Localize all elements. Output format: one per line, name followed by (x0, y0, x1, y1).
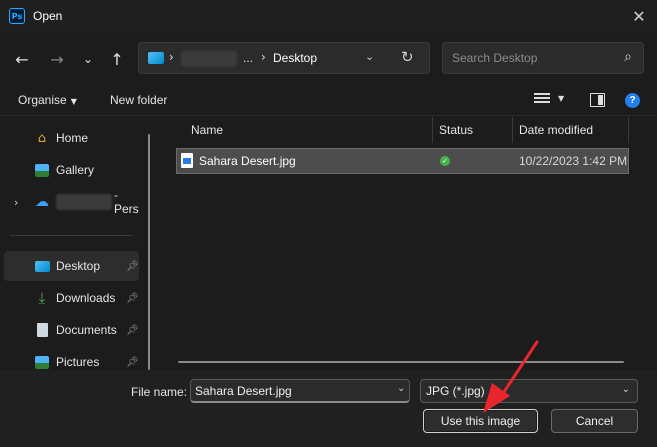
view-options-icon[interactable] (534, 93, 550, 107)
breadcrumb-separator[interactable]: › (169, 50, 174, 64)
pictures-icon (34, 354, 50, 370)
search-placeholder: Search Desktop (452, 51, 538, 65)
title-bar: Ps Open ✕ (0, 0, 657, 32)
sidebar-item-gallery[interactable]: Gallery (4, 155, 139, 185)
cancel-button[interactable]: Cancel (551, 409, 638, 433)
window-title: Open (33, 9, 63, 23)
file-type-value: JPG (*.jpg) (426, 384, 485, 398)
sidebar-item-home[interactable]: ⌂ Home (4, 123, 139, 153)
file-type-select[interactable]: JPG (*.jpg) ⌄ (420, 379, 638, 403)
refresh-icon[interactable]: ↻ (401, 48, 414, 66)
close-icon[interactable]: ✕ (629, 6, 649, 26)
desktop-icon (34, 258, 50, 274)
breadcrumb-separator[interactable]: › (261, 50, 266, 64)
pin-icon[interactable]: 📌︎ (126, 325, 139, 336)
chevron-down-icon: ⌄ (621, 384, 630, 395)
column-header-name[interactable]: Name (191, 117, 223, 143)
expand-chevron-icon[interactable]: › (14, 196, 18, 209)
table-row[interactable]: Sahara Desert.jpg ✓ 10/22/2023 1:42 PM (176, 148, 629, 174)
preview-pane-icon[interactable] (590, 93, 605, 107)
sidebar-item-label: Pictures (56, 355, 100, 369)
breadcrumb-ellipsis[interactable]: ... (243, 51, 253, 65)
file-name-dropdown-chevron-icon[interactable]: ⌄ (397, 383, 405, 394)
pin-icon[interactable]: 📌︎ (126, 261, 139, 272)
sidebar-scrollbar[interactable] (148, 134, 150, 370)
navigation-bar: ← → ⌄ ↑ › ... › Desktop ⌄ ↻ Search Deskt… (0, 32, 657, 84)
sidebar-item-pictures[interactable]: Pictures 📌︎ (4, 347, 139, 370)
sidebar-item-downloads[interactable]: ⤓ Downloads 📌︎ (4, 283, 139, 313)
download-icon: ⤓ (38, 289, 46, 307)
use-this-image-button[interactable]: Use this image (423, 409, 538, 433)
search-icon[interactable]: ⌕ (624, 49, 632, 65)
pin-icon[interactable]: 📌︎ (126, 357, 139, 368)
jpg-file-icon (181, 153, 193, 168)
sidebar-item-label: Desktop (56, 259, 101, 273)
file-list: Name Status ⌃ Date modified Sahara Deser… (176, 117, 657, 370)
new-folder-button[interactable]: New folder (110, 93, 167, 107)
redacted-breadcrumb (181, 51, 237, 67)
recent-locations-chevron-icon[interactable]: ⌄ (77, 48, 99, 70)
sidebar-item-label: Gallery (56, 163, 95, 177)
synced-check-icon: ✓ (440, 156, 450, 166)
sidebar-item-desktop[interactable]: Desktop 📌︎ (4, 251, 139, 281)
horizontal-scrollbar[interactable] (178, 361, 624, 363)
navigation-pane: ⌂ Home Gallery › ☁ - Pers Desktop 📌︎ ⤓ D… (0, 117, 158, 370)
gallery-icon (34, 162, 50, 178)
sidebar-divider (10, 235, 132, 236)
file-name-label: File name: (131, 385, 188, 399)
breadcrumb-desktop[interactable]: Desktop (273, 51, 317, 65)
column-header-date-modified[interactable]: Date modified (519, 117, 593, 143)
address-bar[interactable]: › ... › Desktop ⌄ ↻ (138, 42, 430, 74)
command-toolbar: Organise ▼ New folder ▼ ? (0, 84, 657, 116)
sidebar-item-onedrive[interactable]: › ☁ - Pers (4, 187, 139, 217)
organise-label: Organise (18, 93, 67, 107)
pin-icon[interactable]: 📌︎ (126, 293, 139, 304)
back-arrow-icon[interactable]: ← (11, 48, 33, 70)
organise-menu-button[interactable]: Organise ▼ (18, 93, 77, 107)
this-pc-icon (148, 52, 164, 64)
dialog-footer: File name: ⌄ JPG (*.jpg) ⌄ Use this imag… (0, 370, 657, 447)
file-date-modified: 10/22/2023 1:42 PM (519, 154, 628, 168)
up-arrow-icon[interactable]: ↑ (106, 48, 128, 70)
documents-icon (34, 322, 50, 338)
column-separator[interactable] (628, 117, 629, 143)
sidebar-item-label: Home (56, 131, 89, 145)
onedrive-cloud-icon: ☁ (35, 194, 49, 210)
column-separator[interactable] (512, 117, 513, 143)
address-dropdown-chevron-icon[interactable]: ⌄ (365, 50, 374, 63)
photoshop-app-icon: Ps (9, 8, 25, 24)
caret-down-icon: ▼ (70, 97, 77, 106)
column-header-status[interactable]: Status (439, 117, 473, 143)
help-icon[interactable]: ? (625, 93, 640, 108)
forward-arrow-icon[interactable]: → (46, 48, 68, 70)
sidebar-item-label: Documents (56, 323, 117, 337)
sidebar-item-label: Downloads (56, 291, 116, 305)
home-icon: ⌂ (37, 130, 47, 146)
file-name-input[interactable] (190, 379, 410, 403)
column-separator[interactable] (432, 117, 433, 143)
search-box[interactable]: Search Desktop ⌕ (442, 42, 644, 74)
sidebar-item-label: - Pers (114, 188, 139, 216)
redacted-account-name (56, 194, 112, 210)
sidebar-item-documents[interactable]: Documents 📌︎ (4, 315, 139, 345)
file-name: Sahara Desert.jpg (199, 154, 296, 168)
view-caret-down-icon[interactable]: ▼ (558, 94, 564, 103)
